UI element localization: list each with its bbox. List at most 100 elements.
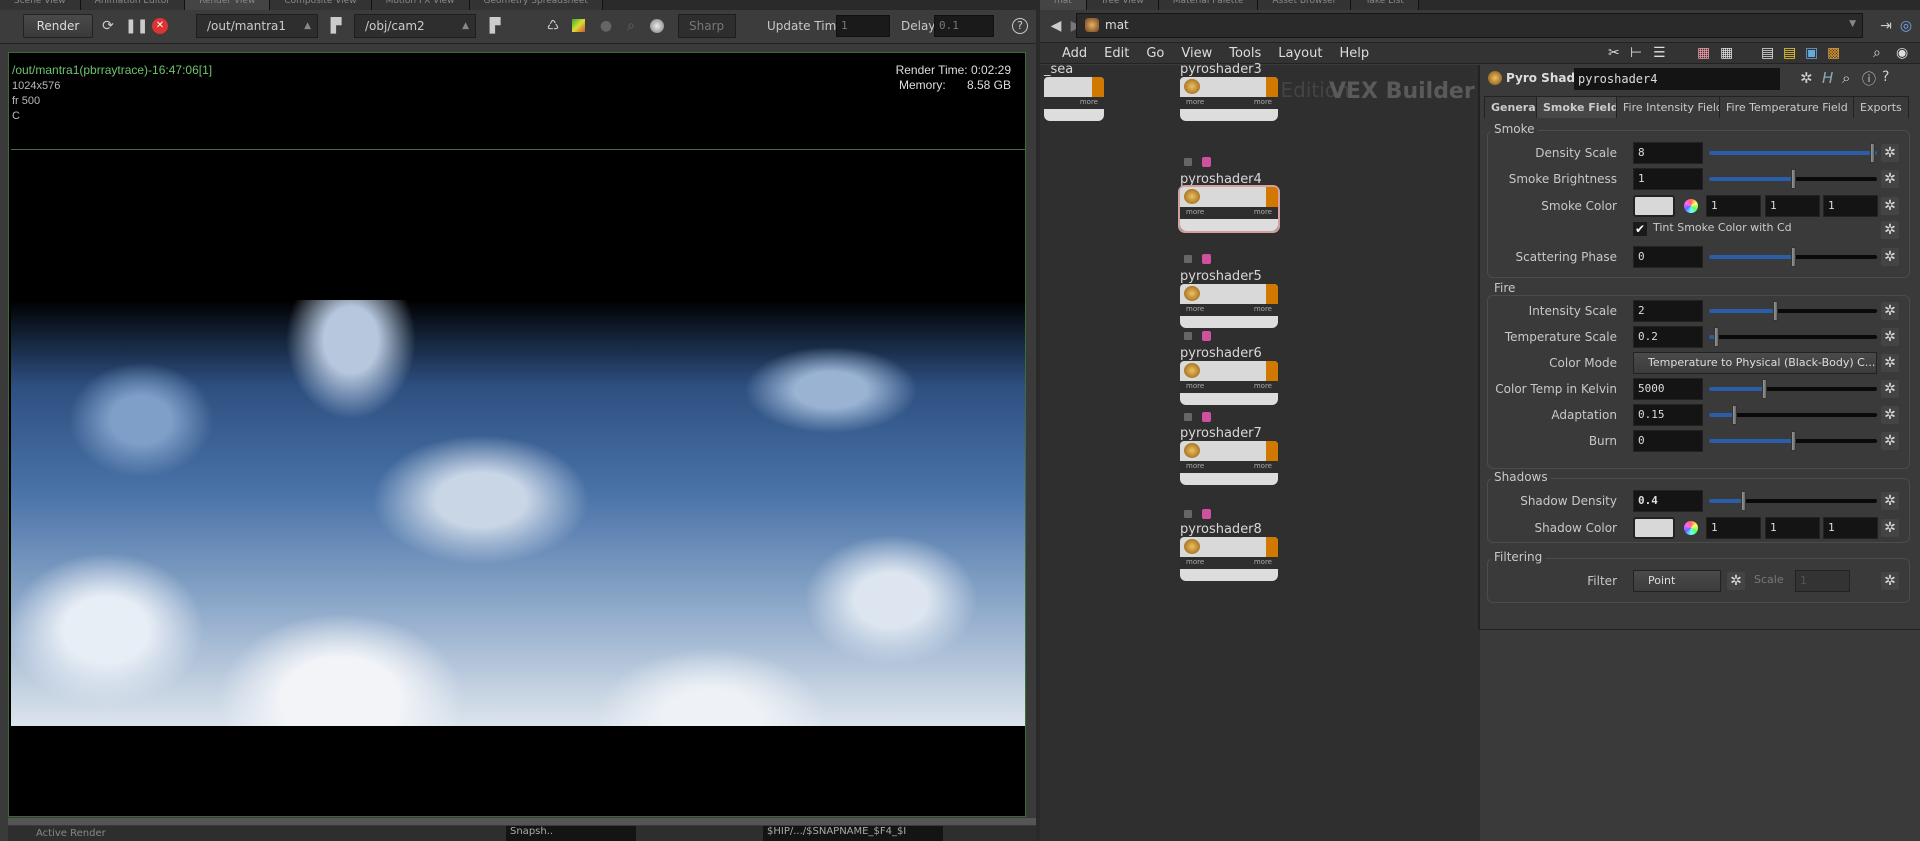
gear-icon[interactable]: ✲ — [1727, 572, 1745, 590]
tab-geometry-spreadsheet[interactable]: Geometry Spreadsheet — [469, 0, 603, 10]
tab-material-palette[interactable]: Material Palette — [1158, 0, 1259, 10]
smoke-brightness-slider[interactable] — [1709, 169, 1877, 189]
input-port[interactable]: more — [1186, 207, 1204, 217]
viewer-scrollbar[interactable] — [8, 818, 1036, 825]
info-icon[interactable]: ⓘ — [1862, 69, 1876, 89]
adaptation-slider[interactable] — [1709, 405, 1877, 425]
color-correct-icon[interactable] — [572, 19, 585, 32]
tab-render-view[interactable]: Render View — [185, 0, 271, 10]
layout-icon[interactable]: ▤ — [1761, 45, 1774, 61]
gear-icon[interactable]: ✲ — [1881, 406, 1899, 424]
material-flag-icon[interactable] — [1202, 157, 1211, 167]
search-icon[interactable]: ⌕ — [1873, 45, 1881, 61]
help-icon[interactable]: ? — [1012, 18, 1028, 34]
smoke-color-b-field[interactable]: 1 — [1823, 195, 1878, 217]
wrench-icon[interactable]: ✂ — [1608, 45, 1620, 61]
tree-icon[interactable]: ⊢ — [1630, 45, 1642, 61]
help-h-icon[interactable]: H — [1822, 69, 1833, 87]
node-flags[interactable] — [1184, 412, 1224, 424]
pin-icon[interactable]: ⇥ — [1878, 18, 1894, 34]
lock-icon[interactable] — [1184, 255, 1192, 263]
shadow-density-field[interactable]: 0.4 — [1633, 490, 1703, 512]
tab-fire-intensity-field[interactable]: Fire Intensity Field — [1616, 96, 1730, 118]
lock-icon[interactable] — [1184, 510, 1192, 518]
input-port[interactable]: more — [1186, 461, 1204, 471]
node-pyroshader8[interactable]: pyroshader8 more more — [1180, 522, 1278, 581]
node-flags[interactable] — [1184, 157, 1224, 169]
color-temp-field[interactable]: 5000 — [1633, 378, 1703, 400]
shadow-color-b-field[interactable]: 1 — [1823, 517, 1878, 539]
node-pyroshader7[interactable]: pyroshader7 more more — [1180, 426, 1278, 485]
render-viewport[interactable]: /out/mantra1(pbrraytrace)-16:47:06[1] 10… — [8, 52, 1026, 817]
scattering-phase-slider[interactable] — [1709, 247, 1877, 267]
camera-dropdown[interactable]: /obj/cam2 ▲ — [354, 14, 476, 38]
path-field[interactable]: mat ▼ — [1076, 13, 1863, 38]
input-port[interactable]: more — [1186, 381, 1204, 391]
input-port[interactable]: more — [1186, 97, 1204, 107]
output-port[interactable]: more — [1254, 207, 1272, 217]
gear-icon[interactable]: ✲ — [1881, 302, 1899, 320]
scattering-phase-field[interactable]: 0 — [1633, 246, 1703, 268]
delay-field[interactable]: 0.1 — [934, 15, 994, 37]
gear-icon[interactable]: ✲ — [1881, 492, 1899, 510]
active-render-label[interactable]: Active Render — [36, 828, 106, 839]
box-icon[interactable]: ▩ — [1827, 45, 1840, 61]
gear-icon[interactable]: ✲ — [1881, 572, 1899, 590]
chevron-down-icon[interactable]: ▼ — [1849, 19, 1856, 29]
output-port[interactable]: more — [1254, 557, 1272, 567]
output-port[interactable]: more — [1254, 304, 1272, 314]
gear-icon[interactable]: ✲ — [1881, 170, 1899, 188]
intensity-scale-field[interactable]: 2 — [1633, 300, 1703, 322]
material-flag-icon[interactable] — [1202, 509, 1211, 519]
lock-icon[interactable] — [1184, 332, 1192, 340]
search-icon[interactable]: ⌕ — [1842, 69, 1850, 87]
tab-exports[interactable]: Exports — [1853, 96, 1909, 118]
shadow-color-r-field[interactable]: 1 — [1706, 517, 1761, 539]
menu-tools[interactable]: Tools — [1229, 46, 1261, 63]
output-port[interactable]: more — [1254, 461, 1272, 471]
temperature-scale-slider[interactable] — [1709, 327, 1877, 347]
refresh-icon[interactable]: ⟳ — [100, 18, 116, 34]
preview-mode-dropdown[interactable]: Sharp — [678, 14, 736, 38]
help-icon[interactable]: ? — [1882, 69, 1889, 85]
input-port[interactable]: more — [1186, 557, 1204, 567]
tab-take-list[interactable]: Take List — [1351, 0, 1419, 10]
menu-view[interactable]: View — [1181, 46, 1212, 63]
lock-icon[interactable] — [1184, 413, 1192, 421]
sticky-note-icon[interactable]: ▤ — [1783, 45, 1796, 61]
color-wheel-icon[interactable] — [1684, 521, 1698, 535]
gear-icon[interactable]: ✲ — [1881, 432, 1899, 450]
pick-rop-icon[interactable]: ▛ — [328, 18, 344, 34]
tab-tree-view[interactable]: Tree View — [1086, 0, 1159, 10]
input-port[interactable]: more — [1186, 304, 1204, 314]
rop-dropdown[interactable]: /out/mantra1 ▲ — [196, 14, 318, 38]
menu-help[interactable]: Help — [1339, 46, 1369, 63]
output-port[interactable]: more — [1254, 381, 1272, 391]
color-temp-slider[interactable] — [1709, 379, 1877, 399]
tab-mat[interactable]: mat — [1040, 0, 1087, 10]
node-flags[interactable] — [1184, 331, 1224, 343]
density-scale-field[interactable]: 8 — [1633, 142, 1703, 164]
temperature-scale-field[interactable]: 0.2 — [1633, 326, 1703, 348]
snapshot-field[interactable]: Snapsh.. — [506, 826, 636, 841]
gear-icon[interactable]: ✲ — [1800, 69, 1813, 87]
material-flag-icon[interactable] — [1202, 331, 1211, 341]
shadow-color-swatch[interactable] — [1633, 517, 1675, 539]
node-name-field[interactable]: pyroshader4 — [1574, 68, 1780, 90]
link-icon[interactable]: ◎ — [1898, 18, 1914, 34]
lock-icon[interactable] — [1184, 158, 1192, 166]
update-time-field[interactable]: 1 — [836, 15, 890, 37]
render-button[interactable]: Render — [23, 14, 93, 38]
gear-icon[interactable]: ✲ — [1881, 221, 1899, 239]
smoke-color-swatch[interactable] — [1633, 195, 1675, 217]
node-pyroshader3[interactable]: pyroshader3 more more — [1180, 62, 1278, 121]
tab-fire-temperature-field[interactable]: Fire Temperature Field — [1719, 96, 1855, 118]
node-flags[interactable] — [1184, 509, 1224, 521]
node-flags[interactable] — [1184, 254, 1224, 266]
gear-icon[interactable]: ✲ — [1881, 380, 1899, 398]
color-mode-dropdown[interactable]: Temperature to Physical (Black-Body) C..… — [1633, 352, 1877, 374]
tab-scene-view[interactable]: Scene View — [0, 0, 81, 10]
tab-smoke-field[interactable]: Smoke Field — [1536, 96, 1626, 118]
burn-field[interactable]: 0 — [1633, 430, 1703, 452]
image-icon[interactable]: ▣ — [1805, 45, 1818, 61]
